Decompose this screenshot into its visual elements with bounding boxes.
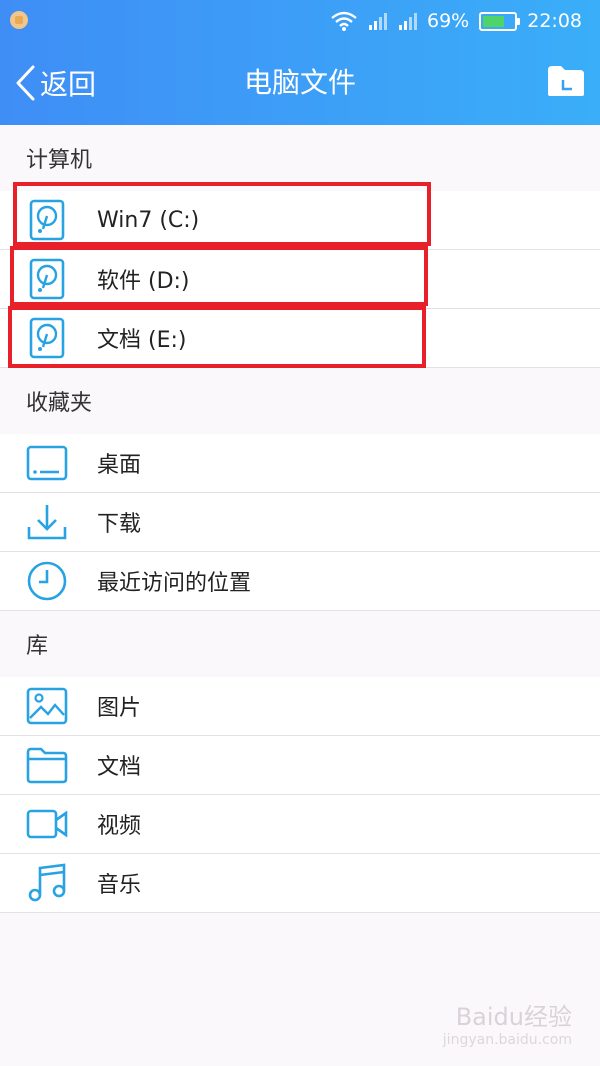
drive-item-d[interactable]: 软件 (D:) — [0, 250, 600, 309]
status-indicators: 69% 22:08 — [331, 8, 582, 34]
battery-percent: 69% — [427, 10, 470, 32]
library-label: 文档 — [97, 755, 142, 780]
drive-label: Win7 (C:) — [97, 207, 200, 233]
library-label: 视频 — [97, 814, 142, 839]
drive-label: 文档 (E:) — [97, 328, 187, 353]
library-label: 图片 — [97, 696, 142, 721]
hard-drive-icon — [29, 199, 65, 241]
desktop-icon — [26, 445, 68, 481]
watermark-logo: Baidu经验 — [455, 1003, 572, 1031]
library-label: 音乐 — [97, 873, 142, 898]
video-icon — [26, 809, 68, 839]
folder-icon — [26, 747, 68, 784]
battery-icon — [479, 11, 521, 31]
file-list: 计算机 Win7 (C:) 软件 (D:) 文档 (E:) 收藏夹 桌面 下载 … — [0, 125, 600, 913]
library-item-documents[interactable]: 文档 — [0, 736, 600, 795]
clock-icon — [27, 561, 67, 601]
favorite-item-desktop[interactable]: 桌面 — [0, 434, 600, 493]
favorite-label: 下载 — [97, 512, 142, 537]
favorite-label: 最近访问的位置 — [97, 571, 252, 596]
watermark-url: jingyan.baidu.com — [442, 1032, 572, 1048]
favorite-item-recent[interactable]: 最近访问的位置 — [0, 552, 600, 611]
library-item-pictures[interactable]: 图片 — [0, 677, 600, 736]
section-title-favorites: 收藏夹 — [0, 368, 600, 434]
section-title-library: 库 — [0, 611, 600, 677]
page-title: 电脑文件 — [243, 66, 356, 99]
drive-item-e[interactable]: 文档 (E:) — [0, 309, 600, 368]
favorite-item-download[interactable]: 下载 — [0, 493, 600, 552]
download-icon — [27, 505, 67, 540]
drive-label: 软件 (D:) — [97, 269, 190, 294]
library-item-videos[interactable]: 视频 — [0, 795, 600, 854]
drive-item-c[interactable]: Win7 (C:) — [0, 191, 600, 250]
nav-bar: 返回 电脑文件 — [0, 42, 600, 125]
watermark: Baidu经验 jingyan.baidu.com — [443, 997, 572, 1048]
wifi-icon — [331, 11, 357, 31]
signal-icon-1 — [369, 13, 387, 30]
signal-icon-2 — [399, 13, 417, 30]
music-icon — [28, 863, 66, 902]
battery-level — [483, 15, 504, 27]
library-item-music[interactable]: 音乐 — [0, 854, 600, 913]
image-icon — [26, 687, 68, 725]
section-title-computer: 计算机 — [0, 125, 600, 191]
favorite-label: 桌面 — [97, 453, 142, 478]
clock-time: 22:08 — [527, 10, 582, 32]
header: 69% 22:08 返回 电脑文件 — [0, 0, 600, 125]
folder-menu-icon[interactable] — [546, 64, 586, 98]
hard-drive-icon — [29, 317, 65, 359]
status-bar: 69% 22:08 — [0, 0, 600, 42]
notification-app-icon — [10, 11, 28, 29]
hard-drive-icon — [29, 258, 65, 300]
